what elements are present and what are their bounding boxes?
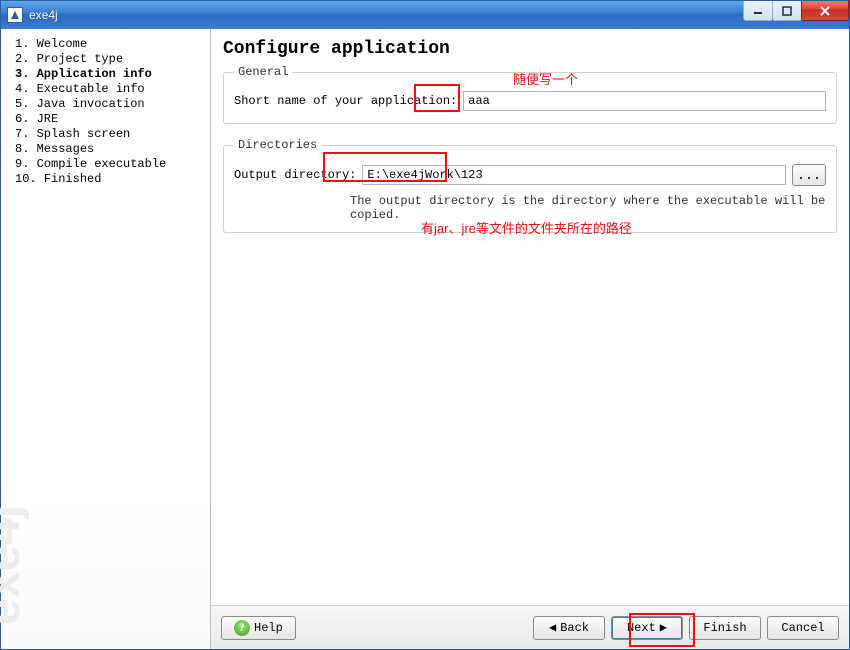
minimize-icon (753, 6, 763, 16)
app-window: exe4j 1. Welcome 2. Project type 3. Appl… (0, 0, 850, 650)
body: 1. Welcome 2. Project type 3. Applicatio… (1, 29, 849, 649)
main: Configure application General Short name… (211, 29, 849, 649)
arrow-right-icon: ▶ (660, 620, 667, 635)
sidebar-item-executable-info[interactable]: 4. Executable info (1, 82, 210, 97)
titlebar: exe4j (1, 1, 849, 29)
page-title: Configure application (211, 29, 849, 65)
sidebar-item-label: Project type (37, 52, 123, 66)
sidebar-item-label: JRE (37, 112, 59, 126)
group-directories-legend: Directories (234, 138, 321, 152)
short-name-input[interactable] (463, 91, 826, 111)
row-output-dir: Output directory: ... (234, 164, 826, 186)
finish-button[interactable]: Finish (689, 616, 761, 640)
footer: ? Help ◀ Back Next ▶ Finish Cancel (211, 605, 849, 649)
sidebar-item-label: Messages (37, 142, 95, 156)
back-button[interactable]: ◀ Back (533, 616, 605, 640)
sidebar-item-label: Executable info (37, 82, 145, 96)
help-button[interactable]: ? Help (221, 616, 296, 640)
close-button[interactable] (801, 1, 849, 21)
app-icon (7, 7, 23, 23)
minimize-button[interactable] (743, 1, 773, 21)
sidebar-item-messages[interactable]: 8. Messages (1, 142, 210, 157)
sidebar-item-label: Welcome (37, 37, 87, 51)
cancel-button[interactable]: Cancel (767, 616, 839, 640)
back-button-label: Back (560, 621, 589, 635)
help-button-label: Help (254, 621, 283, 635)
form-area: General Short name of your application: … (211, 65, 849, 605)
sidebar-item-label: Compile executable (37, 157, 167, 171)
sidebar-item-jre[interactable]: 6. JRE (1, 112, 210, 127)
maximize-button[interactable] (772, 1, 802, 21)
sidebar-item-label: Application info (37, 67, 152, 81)
sidebar-item-java-invocation[interactable]: 5. Java invocation (1, 97, 210, 112)
sidebar: 1. Welcome 2. Project type 3. Applicatio… (1, 29, 211, 649)
window-controls (744, 1, 849, 21)
sidebar-item-application-info[interactable]: 3. Application info (1, 67, 210, 82)
row-short-name: Short name of your application: (234, 91, 826, 111)
short-name-label: Short name of your application: (234, 94, 457, 108)
sidebar-item-welcome[interactable]: 1. Welcome (1, 37, 210, 52)
sidebar-item-splash-screen[interactable]: 7. Splash screen (1, 127, 210, 142)
browse-button[interactable]: ... (792, 164, 826, 186)
sidebar-item-finished[interactable]: 10. Finished (1, 172, 210, 187)
next-button-label: Next (627, 621, 656, 635)
output-dir-input[interactable] (362, 165, 786, 185)
sidebar-item-compile-executable[interactable]: 9. Compile executable (1, 157, 210, 172)
group-general: General Short name of your application: (223, 65, 837, 124)
group-general-legend: General (234, 65, 292, 79)
output-dir-hint: The output directory is the directory wh… (234, 188, 826, 222)
sidebar-item-label: Java invocation (37, 97, 145, 111)
output-dir-label: Output directory: (234, 168, 356, 182)
watermark: exe4j (0, 505, 31, 625)
maximize-icon (782, 6, 792, 16)
sidebar-item-label: Finished (44, 172, 102, 186)
sidebar-item-project-type[interactable]: 2. Project type (1, 52, 210, 67)
arrow-left-icon: ◀ (549, 620, 556, 635)
sidebar-item-label: Splash screen (37, 127, 131, 141)
group-directories: Directories Output directory: ... The ou… (223, 138, 837, 233)
step-list: 1. Welcome 2. Project type 3. Applicatio… (1, 37, 210, 187)
window-title: exe4j (29, 8, 744, 22)
help-icon: ? (234, 620, 250, 636)
next-button[interactable]: Next ▶ (611, 616, 683, 640)
close-icon (819, 6, 831, 16)
